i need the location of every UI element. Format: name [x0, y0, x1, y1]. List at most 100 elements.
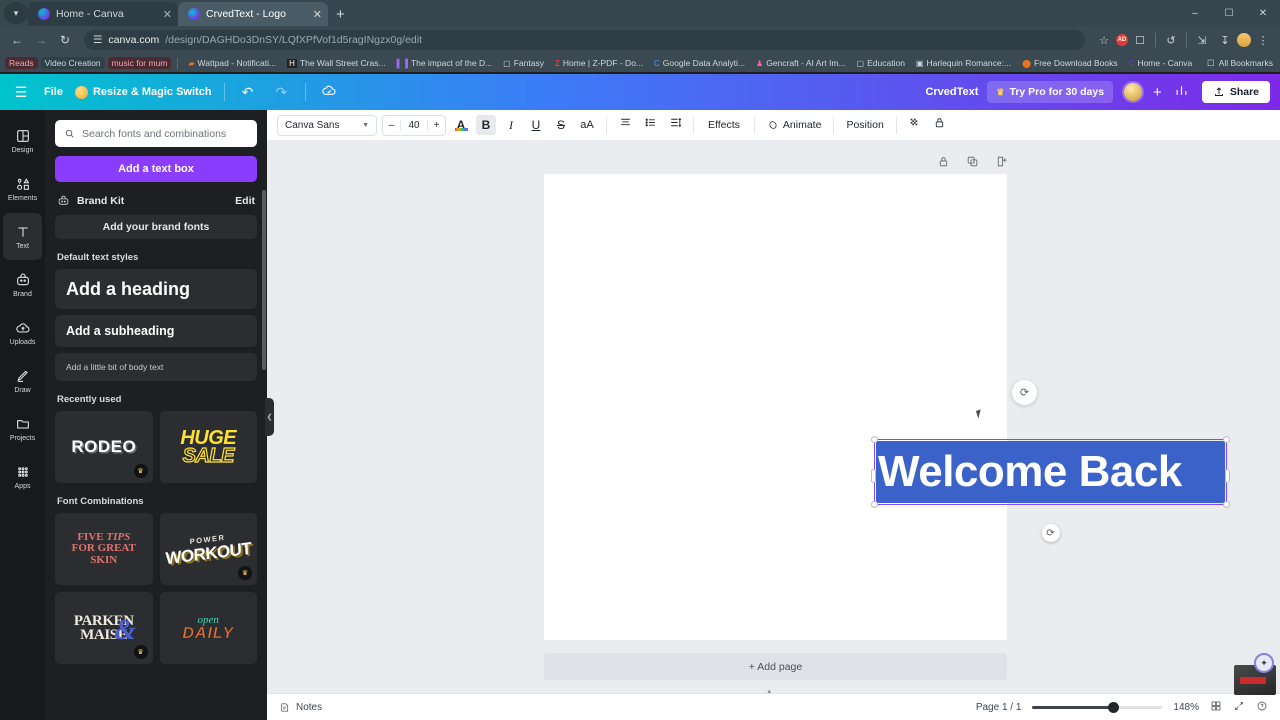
- keyboard-shortcut-widget[interactable]: ✦: [1232, 653, 1278, 697]
- font-family-select[interactable]: Canva Sans ▼: [277, 114, 377, 136]
- share-button[interactable]: Share: [1201, 81, 1270, 103]
- bookmark-item[interactable]: ♟ Gencraft - AI Art Im...: [752, 57, 850, 69]
- close-icon[interactable]: ✕: [313, 8, 322, 21]
- try-pro-button[interactable]: ♛ Try Pro for 30 days: [987, 81, 1114, 103]
- brand-kit-edit-button[interactable]: Edit: [235, 195, 255, 207]
- fullscreen-icon[interactable]: [1233, 700, 1245, 715]
- add-body-text-style[interactable]: Add a little bit of body text: [55, 353, 257, 381]
- bookmark-star-icon[interactable]: ☆: [1093, 34, 1115, 47]
- rotate-handle[interactable]: ⟳: [1041, 524, 1060, 542]
- back-icon[interactable]: ←: [6, 33, 28, 47]
- add-page-button[interactable]: + Add page: [544, 653, 1007, 680]
- transparency-icon[interactable]: [905, 116, 925, 134]
- sidebar-item-elements[interactable]: Elements: [3, 165, 42, 212]
- new-tab-button[interactable]: +: [328, 6, 353, 25]
- animate-button[interactable]: Animate: [763, 119, 826, 131]
- zoom-slider-knob[interactable]: [1108, 701, 1120, 713]
- sidebar-item-uploads[interactable]: Uploads: [3, 309, 42, 356]
- resize-handle-bottom-left[interactable]: [871, 501, 878, 508]
- add-text-box-button[interactable]: Add a text box: [55, 156, 257, 182]
- add-page-icon[interactable]: [995, 155, 1008, 173]
- font-size-increase[interactable]: +: [427, 119, 445, 131]
- notes-button[interactable]: Notes: [279, 702, 322, 713]
- font-combo-power-workout[interactable]: POWER WORKOUT ♛: [159, 513, 257, 585]
- add-subheading-style[interactable]: Add a subheading: [55, 315, 257, 347]
- all-bookmarks-entry[interactable]: ☐ All Bookmarks: [1207, 58, 1275, 69]
- extension-badge-icon[interactable]: AD: [1116, 34, 1128, 46]
- zoom-slider[interactable]: [1032, 701, 1163, 713]
- align-icon[interactable]: [615, 116, 635, 134]
- text-selection-highlight[interactable]: Welcome Back: [876, 441, 1225, 503]
- resize-magic-switch-button[interactable]: Resize & Magic Switch: [74, 85, 212, 99]
- resize-handle-bottom-right[interactable]: [1223, 501, 1230, 508]
- resize-handle-top-left[interactable]: [871, 436, 878, 443]
- strikethrough-button[interactable]: S: [551, 118, 571, 132]
- user-avatar[interactable]: [1122, 81, 1145, 103]
- lock-icon[interactable]: [930, 116, 950, 134]
- add-heading-style[interactable]: Add a heading: [55, 269, 257, 309]
- bookmark-item[interactable]: Z Home | Z-PDF - Do...: [551, 57, 647, 69]
- font-combo-five-tips[interactable]: FIVE TIPS FOR GREAT SKIN: [55, 513, 153, 585]
- forward-icon[interactable]: →: [30, 33, 52, 47]
- bookmark-item[interactable]: ▰ Wattpad - Notificati...: [184, 57, 280, 69]
- panel-collapse-handle[interactable]: ❮: [265, 398, 274, 436]
- duplicate-icon[interactable]: [966, 155, 979, 173]
- tab-search-dropdown[interactable]: ▾: [4, 2, 28, 24]
- undo-icon[interactable]: ↶: [237, 84, 259, 101]
- redo-icon[interactable]: ↷: [271, 84, 293, 101]
- comment-button[interactable]: ⟳: [1012, 380, 1037, 405]
- bookmark-item[interactable]: C Home - Canva: [1125, 57, 1197, 69]
- bookmark-item[interactable]: Reads: [5, 57, 38, 69]
- maximize-button[interactable]: ☐: [1212, 8, 1246, 19]
- bookmark-item[interactable]: Video Creation: [40, 57, 105, 69]
- file-menu-button[interactable]: File: [44, 86, 63, 98]
- text-element[interactable]: Welcome Back ⟳: [871, 436, 1230, 542]
- text-color-icon[interactable]: A: [451, 118, 471, 132]
- downloads-icon[interactable]: ↧: [1214, 34, 1236, 47]
- resize-handle-top-right[interactable]: [1223, 436, 1230, 443]
- add-collaborator-button[interactable]: +: [1153, 84, 1162, 101]
- effects-button[interactable]: Effects: [702, 119, 746, 131]
- hamburger-icon[interactable]: ☰: [10, 84, 32, 101]
- panel-scrollbar[interactable]: [262, 190, 266, 370]
- reload-icon[interactable]: ↻: [54, 33, 76, 47]
- bold-button[interactable]: B: [476, 115, 496, 135]
- bookmark-item[interactable]: H The Wall Street Cras...: [283, 57, 389, 69]
- bookmark-item[interactable]: ⬤ Free Download Books: [1018, 57, 1122, 69]
- browser-menu-icon[interactable]: ⋮: [1252, 34, 1274, 47]
- bullet-list-icon[interactable]: [640, 116, 660, 134]
- close-window-button[interactable]: ✕: [1246, 8, 1280, 19]
- design-page[interactable]: Welcome Back ⟳: [544, 174, 1230, 640]
- browser-tab-0[interactable]: Home - Canva ✕: [28, 2, 178, 26]
- grid-view-icon[interactable]: [1210, 700, 1222, 715]
- bar-chart-icon[interactable]: [1171, 83, 1193, 101]
- line-spacing-icon[interactable]: [665, 116, 685, 134]
- lock-icon[interactable]: [937, 155, 950, 173]
- font-size-stepper[interactable]: – 40 +: [382, 114, 446, 136]
- zoom-level[interactable]: 148%: [1173, 702, 1199, 713]
- font-size-value[interactable]: 40: [401, 120, 427, 131]
- font-size-decrease[interactable]: –: [383, 119, 401, 131]
- sidebar-item-design[interactable]: Design: [3, 117, 42, 164]
- bookmark-item[interactable]: C Google Data Analyti...: [650, 57, 749, 69]
- document-title[interactable]: CrvedText: [925, 86, 978, 98]
- resize-handle-middle-right[interactable]: [1225, 468, 1230, 483]
- underline-button[interactable]: U: [526, 118, 546, 132]
- browser-tab-1[interactable]: CrvedText - Logo ✕: [178, 2, 328, 26]
- letter-case-button[interactable]: aA: [576, 119, 598, 131]
- font-combo-open-daily[interactable]: open DAILY: [159, 592, 257, 664]
- position-button[interactable]: Position: [842, 119, 887, 131]
- address-bar[interactable]: ☰ canva.com/design/DAGHDo3DnSY/LQfXPfVof…: [84, 30, 1085, 50]
- add-brand-fonts-button[interactable]: Add your brand fonts: [55, 215, 257, 239]
- extensions-icon[interactable]: ☐: [1129, 34, 1151, 47]
- font-thumb-rodeo[interactable]: RODEO ♛: [55, 411, 153, 483]
- sidebar-item-projects[interactable]: Projects: [3, 405, 42, 452]
- resize-handle-middle-left[interactable]: [871, 468, 876, 483]
- sidebar-item-brand[interactable]: Brand: [3, 261, 42, 308]
- minimize-button[interactable]: –: [1178, 8, 1212, 19]
- profile-avatar[interactable]: [1237, 33, 1251, 47]
- site-settings-icon[interactable]: ☰: [93, 34, 102, 46]
- bookmark-item[interactable]: ▌▐ The impact of the D...: [393, 57, 497, 69]
- cloud-saved-icon[interactable]: [318, 83, 340, 102]
- sidebar-item-draw[interactable]: Draw: [3, 357, 42, 404]
